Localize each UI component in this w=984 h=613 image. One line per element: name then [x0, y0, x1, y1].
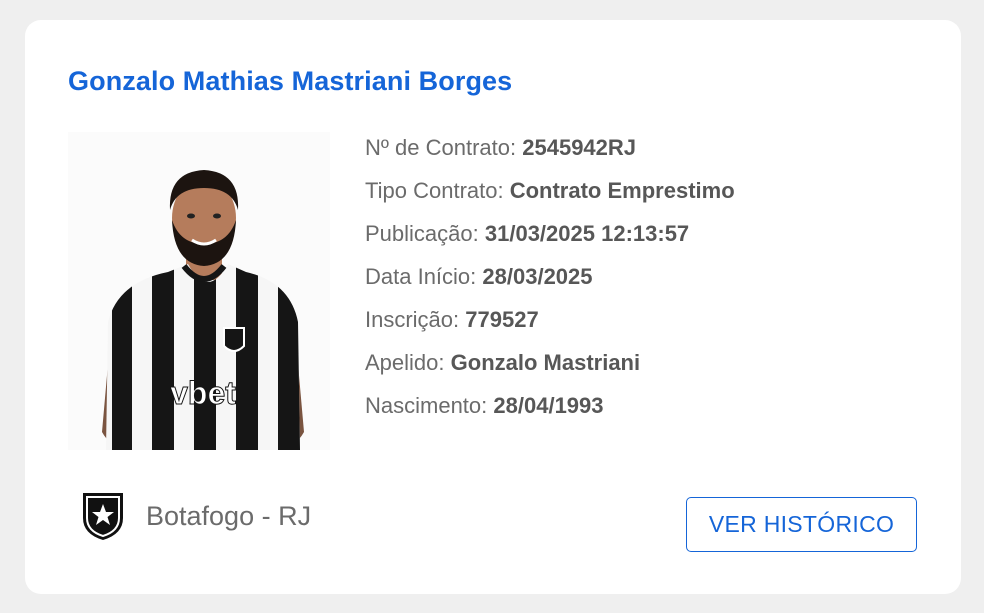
player-name: Gonzalo Mathias Mastriani Borges — [68, 66, 513, 96]
view-history-button[interactable]: VER HISTÓRICO — [686, 497, 917, 552]
contract-details: Nº de Contrato: 2545942RJ Tipo Contrato:… — [365, 126, 735, 427]
detail-contract-number: Nº de Contrato: 2545942RJ — [365, 135, 637, 160]
club-info: Botafogo - RJ — [80, 490, 311, 542]
detail-registration: Inscrição: 779527 — [365, 307, 539, 332]
detail-birth-date: Nascimento: 28/04/1993 — [365, 393, 604, 418]
detail-publication: Publicação: 31/03/2025 12:13:57 — [365, 221, 690, 246]
detail-nickname: Apelido: Gonzalo Mastriani — [365, 350, 641, 375]
player-photo: vbet — [68, 132, 330, 450]
detail-contract-type: Tipo Contrato: Contrato Emprestimo — [365, 178, 735, 203]
club-name: Botafogo - RJ — [146, 500, 312, 531]
botafogo-crest-icon — [80, 490, 126, 542]
detail-start-date: Data Início: 28/03/2025 — [365, 264, 593, 289]
contract-card: Gonzalo Mathias Mastriani Borges vbet Nº… — [25, 20, 961, 594]
jersey-sponsor-text: vbet — [170, 375, 236, 411]
